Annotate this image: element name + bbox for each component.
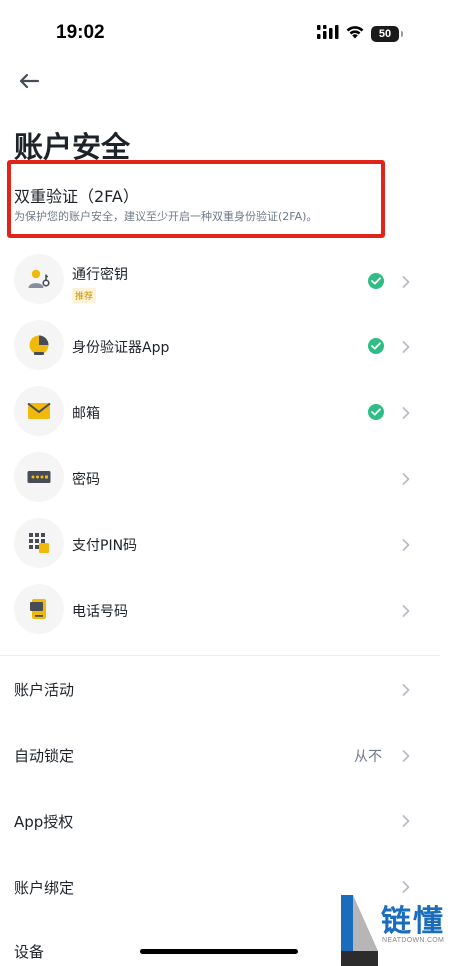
chevron-right-icon bbox=[400, 813, 412, 827]
method-label: 支付PIN码 bbox=[72, 538, 138, 554]
two-factor-title: 双重验证（2FA） bbox=[14, 187, 139, 206]
cellular-signal-icon bbox=[317, 24, 339, 43]
chevron-right-icon bbox=[400, 339, 412, 353]
check-icon bbox=[368, 273, 384, 289]
method-password[interactable]: 密码 bbox=[0, 448, 440, 508]
back-button[interactable] bbox=[14, 68, 44, 98]
status-time: 19:02 bbox=[56, 22, 105, 43]
method-label: 密码 bbox=[72, 472, 100, 488]
watermark: 链懂 NEATDOWN.COM bbox=[338, 895, 453, 966]
row-label: 账户绑定 bbox=[14, 879, 75, 897]
row-label: 自动锁定 bbox=[14, 747, 75, 765]
method-payment-pin[interactable]: 支付PIN码 bbox=[0, 514, 440, 574]
chevron-right-icon bbox=[400, 537, 412, 551]
row-app-authorization[interactable]: App授权 bbox=[0, 795, 440, 845]
battery-icon: 50 bbox=[371, 25, 403, 42]
row-label: 账户活动 bbox=[14, 681, 75, 699]
auto-lock-value: 从不 bbox=[354, 749, 382, 765]
watermark-subtext: NEATDOWN.COM bbox=[382, 937, 445, 944]
method-passkey[interactable]: 通行密钥 推荐 bbox=[0, 250, 440, 310]
phone-icon bbox=[14, 584, 64, 634]
method-authenticator[interactable]: 身份验证器App bbox=[0, 316, 440, 376]
authenticator-icon bbox=[14, 320, 64, 370]
status-icons: 50 bbox=[317, 24, 403, 43]
recommended-tag: 推荐 bbox=[72, 288, 97, 303]
home-indicator bbox=[140, 949, 298, 954]
method-label: 电话号码 bbox=[72, 604, 128, 620]
row-auto-lock[interactable]: 自动锁定 从不 bbox=[0, 729, 440, 779]
back-arrow-icon bbox=[18, 73, 40, 93]
chevron-right-icon bbox=[400, 682, 412, 696]
chevron-right-icon bbox=[400, 405, 412, 419]
method-phone-number[interactable]: 电话号码 bbox=[0, 580, 440, 640]
method-label: 通行密钥 bbox=[72, 267, 128, 283]
chevron-right-icon bbox=[400, 471, 412, 485]
watermark-text: 链懂 bbox=[381, 904, 445, 939]
method-email[interactable]: 邮箱 bbox=[0, 382, 440, 442]
status-bar: 19:02 50 bbox=[0, 0, 453, 60]
section-divider bbox=[0, 655, 440, 656]
email-icon bbox=[14, 386, 64, 436]
chevron-right-icon bbox=[400, 748, 412, 762]
check-icon bbox=[368, 404, 384, 420]
chevron-right-icon bbox=[400, 603, 412, 617]
row-label: App授权 bbox=[14, 813, 74, 831]
row-account-activity[interactable]: 账户活动 bbox=[0, 664, 440, 714]
row-label: 设备 bbox=[14, 943, 45, 961]
two-factor-description: 为保护您的账户安全，建议至少开启一种双重身份验证(2FA)。 bbox=[14, 210, 318, 223]
chevron-right-icon bbox=[400, 274, 412, 288]
method-label: 邮箱 bbox=[72, 406, 100, 422]
wifi-icon bbox=[345, 24, 365, 43]
passkey-icon bbox=[14, 254, 64, 304]
check-icon bbox=[368, 338, 384, 354]
chevron-right-icon bbox=[400, 879, 412, 893]
method-label: 身份验证器App bbox=[72, 340, 170, 356]
password-icon bbox=[14, 452, 64, 502]
pin-icon bbox=[14, 518, 64, 568]
